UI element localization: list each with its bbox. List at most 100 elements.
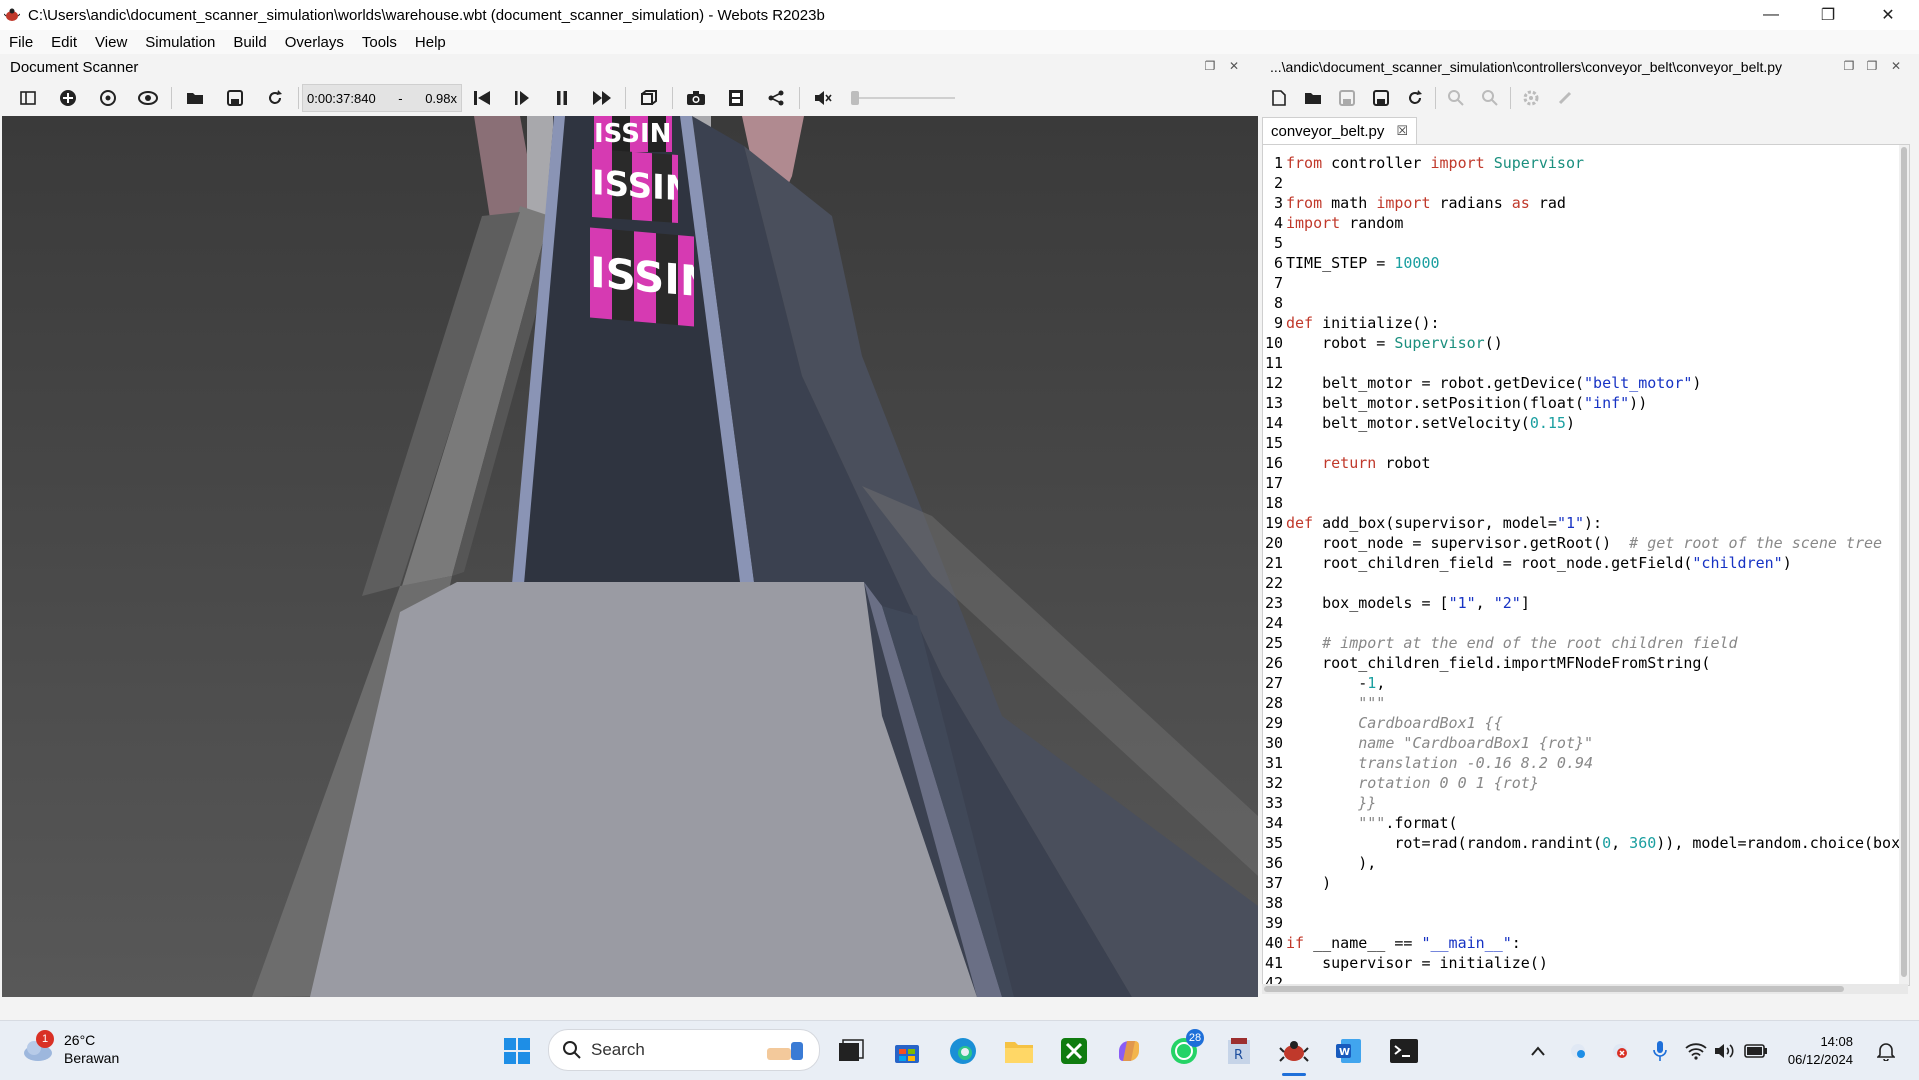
projection-button[interactable]	[638, 87, 660, 109]
weather-widget[interactable]: 1 26°C Berawan	[20, 1030, 119, 1067]
editor-horizontal-scrollbar[interactable]	[1262, 984, 1908, 994]
revert-file-button[interactable]	[1404, 87, 1426, 109]
cardboard-box[interactable]: ISSIN	[590, 227, 694, 327]
3d-viewport[interactable]: ISSIN ISSIN ISSIN	[2, 116, 1258, 997]
editor-scrollbar-thumb[interactable]	[1901, 147, 1907, 977]
system-clock[interactable]: 14:08 06/12/2024	[1788, 1033, 1853, 1069]
code-line[interactable]: 16 return robot	[1263, 453, 1909, 473]
open-world-button[interactable]	[184, 87, 206, 109]
word-button[interactable]: W	[1331, 1033, 1367, 1069]
sync-status-icon[interactable]	[1560, 1033, 1596, 1069]
editor-panel-maximize-icon[interactable]: ❐	[1866, 60, 1878, 72]
code-line[interactable]: 7	[1263, 273, 1909, 293]
code-line[interactable]: 3 from math import radians as rad	[1263, 193, 1909, 213]
task-view-button[interactable]	[833, 1033, 869, 1069]
code-line[interactable]: 37 )	[1263, 873, 1909, 893]
taskbar-search[interactable]: Search	[548, 1029, 820, 1071]
webots-button[interactable]	[1276, 1033, 1312, 1076]
minimize-button[interactable]: —	[1743, 0, 1799, 30]
horizontal-scrollbar-thumb[interactable]	[1264, 986, 1844, 992]
save-file-button[interactable]	[1336, 87, 1358, 109]
code-line[interactable]: 23 box_models = ["1", "2"]	[1263, 593, 1909, 613]
code-line[interactable]: 28 """	[1263, 693, 1909, 713]
code-line[interactable]: 6 TIME_STEP = 10000	[1263, 253, 1909, 273]
whatsapp-button[interactable]: 28	[1166, 1029, 1204, 1069]
volume-slider-handle[interactable]	[851, 91, 859, 105]
scene-panel-close-icon[interactable]: ✕	[1228, 60, 1240, 72]
cardboard-box[interactable]: ISSIN	[592, 148, 678, 224]
start-button[interactable]	[499, 1033, 535, 1069]
code-line[interactable]: 30 name "CardboardBox1 {rot}"	[1263, 733, 1909, 753]
code-line[interactable]: 1 from controller import Supervisor	[1263, 153, 1909, 173]
code-line[interactable]: 38	[1263, 893, 1909, 913]
code-line[interactable]: 32 rotation 0 0 1 {rot}	[1263, 773, 1909, 793]
edge-button[interactable]	[945, 1033, 981, 1069]
code-line[interactable]: 11	[1263, 353, 1909, 373]
find-button[interactable]	[1445, 87, 1467, 109]
tab-close-icon[interactable]: ☒	[1396, 123, 1408, 139]
xbox-button[interactable]	[1056, 1033, 1092, 1069]
code-line[interactable]: 34 """.format(	[1263, 813, 1909, 833]
code-line[interactable]: 13 belt_motor.setPosition(float("inf"))	[1263, 393, 1909, 413]
code-content[interactable]: 1 from controller import Supervisor 2 3 from…	[1263, 153, 1909, 985]
hide-scene-tree-button[interactable]	[17, 87, 39, 109]
code-line[interactable]: 18	[1263, 493, 1909, 513]
mute-button[interactable]	[812, 87, 834, 109]
code-line[interactable]: 20 root_node = supervisor.getRoot() # ge…	[1263, 533, 1909, 553]
pause-button[interactable]	[551, 87, 573, 109]
code-line[interactable]: 17	[1263, 473, 1909, 493]
code-line[interactable]: 5	[1263, 233, 1909, 253]
copilot-button[interactable]	[1111, 1033, 1147, 1069]
microsoft-store-button[interactable]	[889, 1033, 925, 1069]
file-explorer-button[interactable]	[1001, 1033, 1037, 1069]
open-file-button[interactable]	[1302, 87, 1324, 109]
new-file-button[interactable]	[1268, 87, 1290, 109]
save-all-button[interactable]	[1370, 87, 1392, 109]
menu-help[interactable]: Help	[406, 34, 455, 51]
code-line[interactable]: 27 -1,	[1263, 673, 1909, 693]
tab-conveyor-belt[interactable]: conveyor_belt.py ☒	[1262, 117, 1418, 144]
code-editor[interactable]: 1 from controller import Supervisor 2 3 from…	[1262, 144, 1910, 986]
reset-simulation-button[interactable]	[471, 87, 493, 109]
security-status-icon[interactable]	[1602, 1033, 1638, 1069]
replace-button[interactable]	[1479, 87, 1501, 109]
save-world-button[interactable]	[224, 87, 246, 109]
code-line[interactable]: 22	[1263, 573, 1909, 593]
cardboard-box[interactable]: ISSIN	[594, 116, 672, 152]
code-line[interactable]: 19 def add_box(supervisor, model="1"):	[1263, 513, 1909, 533]
r-app-button[interactable]: R	[1221, 1033, 1257, 1069]
code-line[interactable]: 26 root_children_field.importMFNodeFromS…	[1263, 653, 1909, 673]
menu-edit[interactable]: Edit	[42, 34, 86, 51]
code-line[interactable]: 36 ),	[1263, 853, 1909, 873]
clean-button[interactable]	[1554, 87, 1576, 109]
menu-file[interactable]: File	[0, 34, 42, 51]
step-button[interactable]	[511, 87, 533, 109]
maximize-button[interactable]: ❐	[1800, 0, 1856, 30]
code-line[interactable]: 35 rot=rad(random.randint(0, 360)), mode…	[1263, 833, 1909, 853]
menu-build[interactable]: Build	[224, 34, 275, 51]
code-line[interactable]: 40 if __name__ == "__main__":	[1263, 933, 1909, 953]
share-button[interactable]	[765, 87, 787, 109]
code-line[interactable]: 21 root_children_field = root_node.getFi…	[1263, 553, 1909, 573]
code-line[interactable]: 39	[1263, 913, 1909, 933]
scene-panel-float-icon[interactable]: ❐	[1204, 60, 1216, 72]
volume-slider[interactable]	[851, 91, 955, 105]
code-line[interactable]: 4 import random	[1263, 213, 1909, 233]
build-button[interactable]	[1520, 87, 1542, 109]
menu-tools[interactable]: Tools	[353, 34, 406, 51]
add-node-button[interactable]	[57, 87, 79, 109]
show-hidden-icons-button[interactable]	[1520, 1033, 1556, 1069]
code-line[interactable]: 2	[1263, 173, 1909, 193]
record-movie-button[interactable]	[725, 87, 747, 109]
code-line[interactable]: 10 robot = Supervisor()	[1263, 333, 1909, 353]
notifications-button[interactable]	[1868, 1033, 1904, 1069]
code-line[interactable]: 33 }}	[1263, 793, 1909, 813]
reset-viewpoint-button[interactable]	[97, 87, 119, 109]
screenshot-button[interactable]	[685, 87, 707, 109]
code-line[interactable]: 9 def initialize():	[1263, 313, 1909, 333]
terminal-button[interactable]	[1386, 1033, 1422, 1069]
view-options-button[interactable]	[137, 87, 159, 109]
code-line[interactable]: 15	[1263, 433, 1909, 453]
reload-world-button[interactable]	[264, 87, 286, 109]
code-line[interactable]: 25 # import at the end of the root child…	[1263, 633, 1909, 653]
